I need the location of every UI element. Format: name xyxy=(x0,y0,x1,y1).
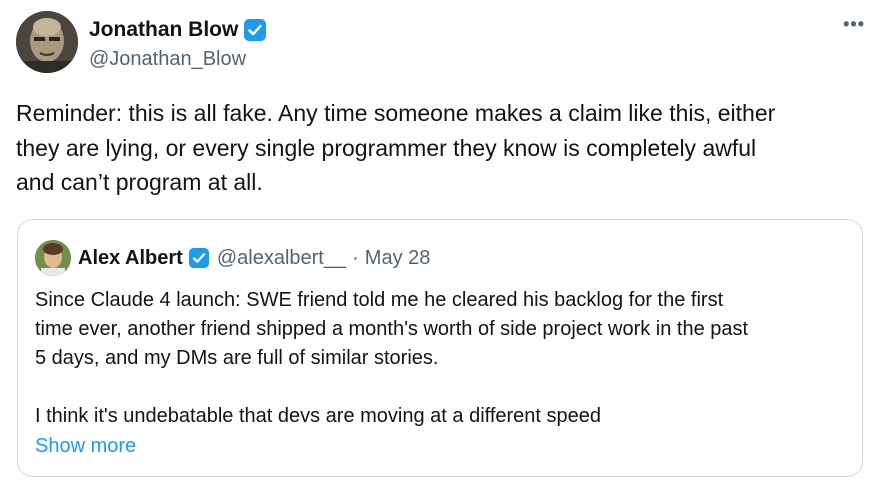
tweet-text-line: they are lying, or every single programm… xyxy=(16,134,757,161)
tweet-text-line: Reminder: this is all fake. Any time som… xyxy=(16,100,776,126)
quote-author-avatar[interactable] xyxy=(35,240,71,276)
quote-date[interactable]: May 28 xyxy=(365,244,431,272)
quoted-tweet-card[interactable]: Alex Albert @alexalbert__ · May 28 Since… xyxy=(17,219,863,477)
quote-text-line: I think it's undebatable that devs are m… xyxy=(35,405,602,427)
quote-author-name[interactable]: Alex Albert xyxy=(78,244,183,272)
author-handle[interactable]: @Jonathan_Blow xyxy=(89,46,246,72)
quote-header: Alex Albert @alexalbert__ · May 28 xyxy=(78,244,430,272)
quote-text: Since Claude 4 launch: SWE friend told m… xyxy=(35,286,855,431)
tweet-text-line: and can’t program at all. xyxy=(16,169,263,195)
quote-text-line: time ever, another friend shipped a mont… xyxy=(35,318,749,340)
quote-text-line: 5 days, and my DMs are full of similar s… xyxy=(35,347,439,369)
quote-text-line xyxy=(35,373,855,402)
quote-verified-badge-icon xyxy=(188,248,209,268)
quote-author-handle[interactable]: @alexalbert__ xyxy=(217,244,346,272)
author-name[interactable]: Jonathan Blow xyxy=(89,17,238,43)
author-avatar[interactable] xyxy=(16,11,78,73)
quote-text-line: Since Claude 4 launch: SWE friend told m… xyxy=(35,289,724,311)
tweet-text: Reminder: this is all fake. Any time som… xyxy=(16,96,866,200)
more-options-icon[interactable]: ••• xyxy=(843,14,865,34)
verified-badge-icon xyxy=(244,19,267,41)
author-name-row: Jonathan Blow xyxy=(89,17,267,43)
quote-separator: · xyxy=(352,247,359,269)
show-more-link[interactable]: Show more xyxy=(35,432,136,460)
